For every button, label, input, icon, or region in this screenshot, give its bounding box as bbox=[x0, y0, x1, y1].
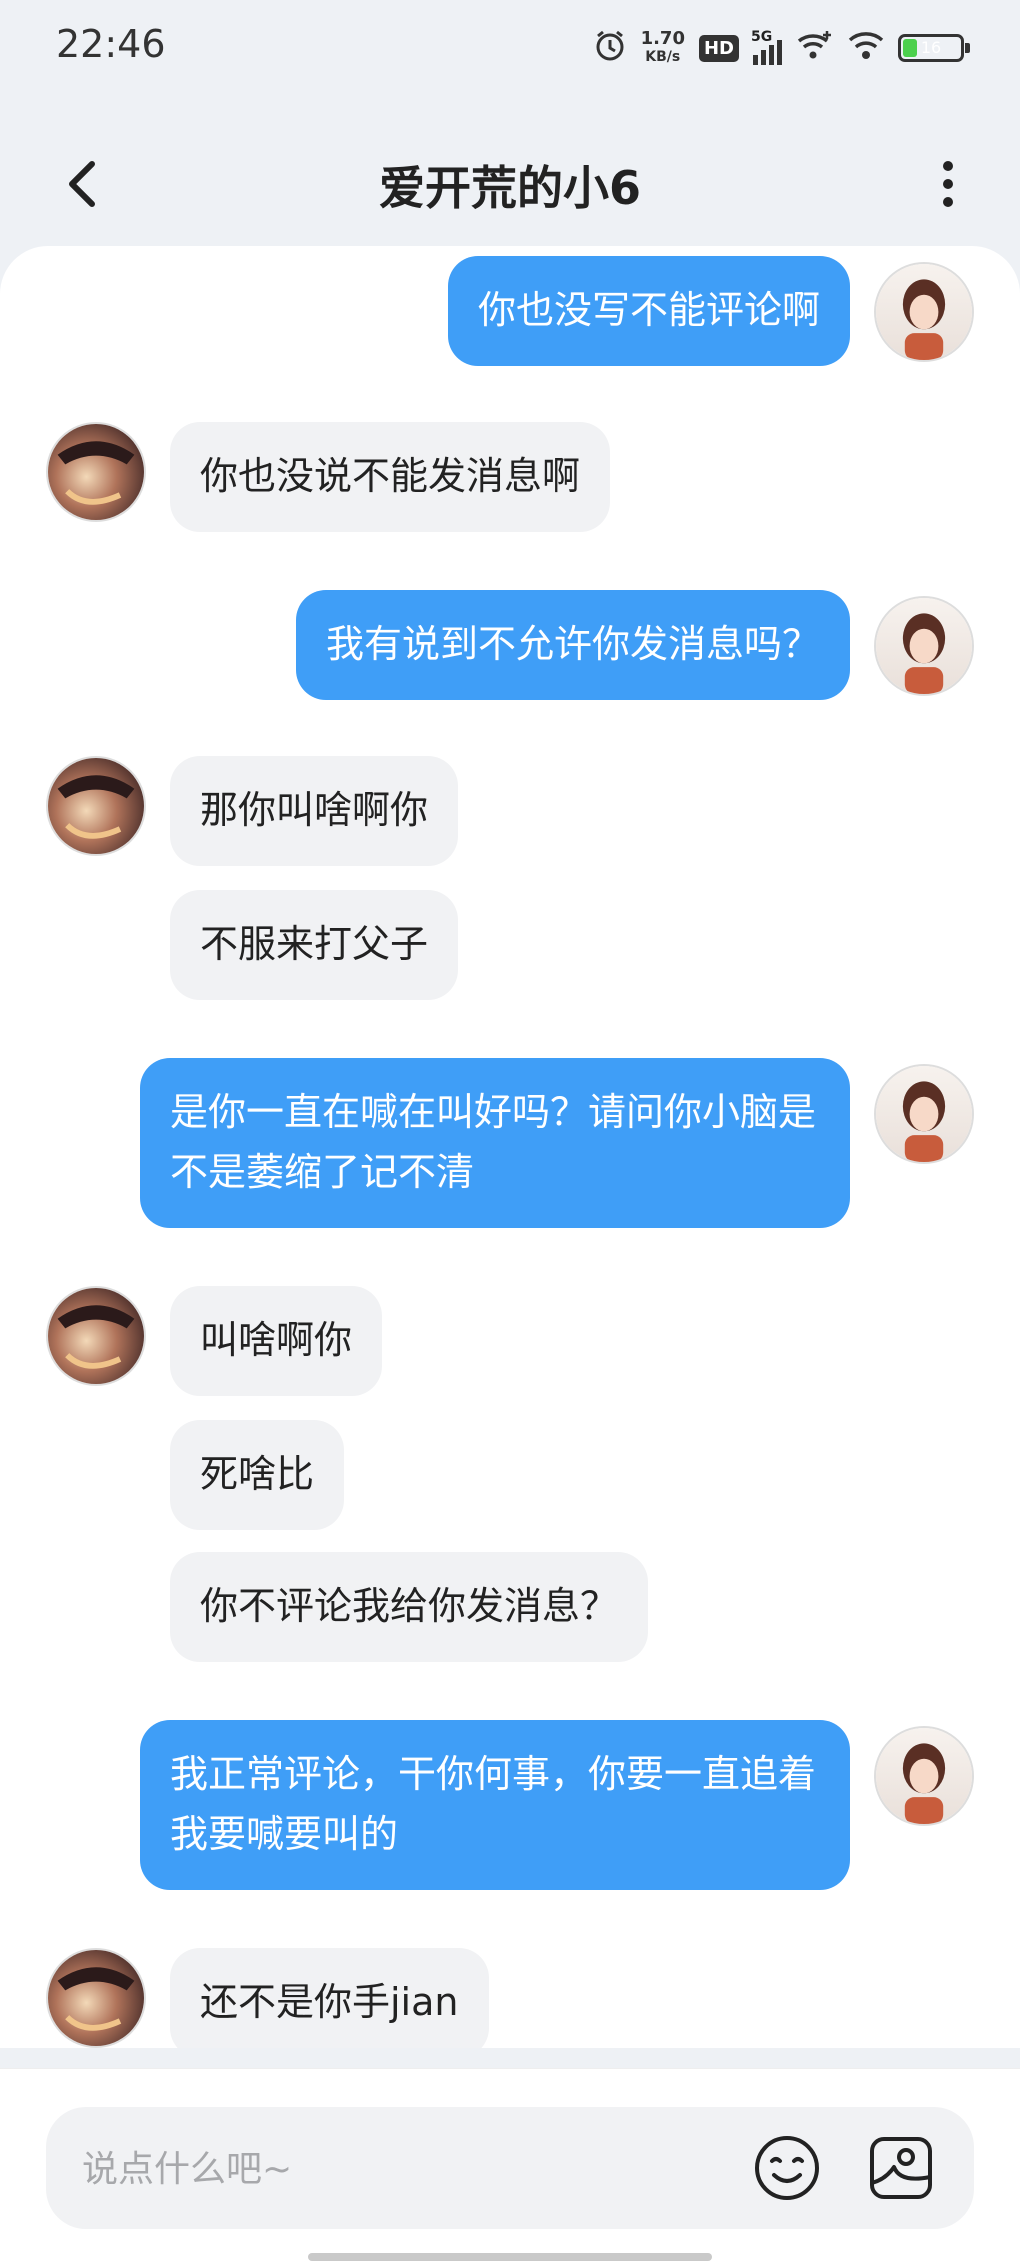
avatar[interactable] bbox=[874, 1726, 974, 1826]
message-bubble-incoming[interactable]: 那你叫啥啊你 bbox=[170, 756, 459, 866]
chat-header: 爱开荒的小6 bbox=[0, 110, 1020, 260]
message-bubble-incoming[interactable]: 不服来打父子 bbox=[170, 890, 459, 1000]
net-speed: 1.70 KB/s bbox=[641, 30, 685, 66]
net-speed-value: 1.70 bbox=[640, 28, 685, 49]
battery-icon: 16 bbox=[898, 34, 970, 62]
avatar[interactable] bbox=[874, 262, 974, 362]
status-bar: 22:46 1.70 KB/s HD 5G 16 bbox=[0, 0, 1020, 96]
emoji-button[interactable] bbox=[752, 2133, 822, 2203]
message-input-wrapper bbox=[46, 2107, 974, 2229]
more-vertical-icon bbox=[943, 161, 953, 207]
signal-icon: 5G bbox=[751, 29, 782, 65]
message-bubble-incoming[interactable]: 你不评论我给你发消息？ bbox=[170, 1552, 649, 1662]
status-time: 22:46 bbox=[56, 22, 166, 66]
composer-bar bbox=[0, 2068, 1020, 2268]
avatar[interactable] bbox=[46, 422, 146, 522]
sticker-icon bbox=[870, 2137, 932, 2199]
avatar[interactable] bbox=[46, 756, 146, 856]
message-bubble-incoming[interactable]: 还不是你手jian bbox=[170, 1948, 489, 2048]
smile-face-icon bbox=[755, 2136, 819, 2200]
wifi-icon bbox=[848, 30, 884, 66]
message-bubble-incoming[interactable]: 叫啥啊你 bbox=[170, 1286, 383, 1396]
chat-area[interactable]: 你也没写不能评论啊 你也没说不能发消息啊 我有说到不允许你发消息吗？ 那你叫啥啊… bbox=[0, 246, 1020, 2048]
battery-level: 16 bbox=[920, 38, 942, 57]
message-bubble-outgoing[interactable]: 是你一直在喊在叫好吗？请问你小脑是不是萎缩了记不清 bbox=[140, 1058, 850, 1228]
message-bubble-outgoing[interactable]: 我正常评论，干你何事，你要一直追着我要喊要叫的 bbox=[140, 1720, 850, 1890]
net-speed-unit: KB/s bbox=[645, 49, 681, 65]
hd-badge: HD bbox=[698, 34, 739, 62]
page-title: 爱开荒的小6 bbox=[378, 161, 641, 215]
message-input[interactable] bbox=[80, 2127, 724, 2211]
more-options-button[interactable] bbox=[920, 152, 976, 216]
network-label: 5G bbox=[751, 29, 773, 45]
avatar[interactable] bbox=[874, 1064, 974, 1164]
message-bubble-incoming[interactable]: 你也没说不能发消息啊 bbox=[170, 422, 611, 532]
sticker-button[interactable] bbox=[866, 2133, 936, 2203]
message-bubble-outgoing[interactable]: 你也没写不能评论啊 bbox=[447, 256, 850, 366]
avatar[interactable] bbox=[874, 596, 974, 696]
message-bubble-incoming[interactable]: 死啥比 bbox=[170, 1420, 345, 1530]
avatar[interactable] bbox=[46, 1286, 146, 1386]
avatar[interactable] bbox=[46, 1948, 146, 2048]
home-indicator bbox=[308, 2253, 712, 2261]
alarm-icon bbox=[593, 29, 627, 67]
status-icons: 1.70 KB/s HD 5G 16 bbox=[593, 26, 970, 70]
wifi-plus-icon bbox=[796, 29, 834, 67]
message-bubble-outgoing[interactable]: 我有说到不允许你发消息吗？ bbox=[295, 590, 850, 700]
